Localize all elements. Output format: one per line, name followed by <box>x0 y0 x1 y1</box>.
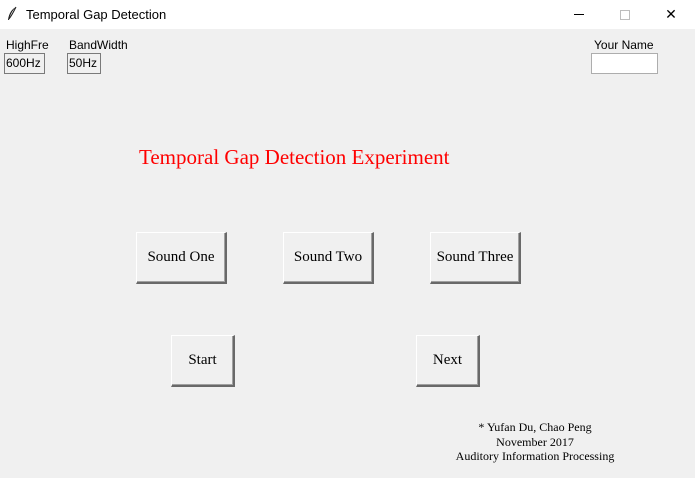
credits-authors: * Yufan Du, Chao Peng <box>478 420 592 434</box>
maximize-icon <box>620 9 630 20</box>
credits-date: November 2017 <box>496 434 574 449</box>
credits: * Yufan Du, Chao Peng November 2017 Audi… <box>440 420 630 464</box>
highfre-field[interactable]: 600Hz <box>4 53 45 74</box>
next-button[interactable]: Next <box>416 335 480 387</box>
sound-one-button[interactable]: Sound One <box>136 232 227 284</box>
close-icon: ✕ <box>665 6 677 23</box>
minimize-button[interactable] <box>556 0 602 29</box>
minimize-icon <box>574 14 584 15</box>
bandwidth-label: BandWidth <box>69 38 128 52</box>
title-bar: Temporal Gap Detection ✕ <box>0 0 695 29</box>
start-button[interactable]: Start <box>171 335 235 387</box>
credits-course: Auditory Information Processing <box>455 449 615 463</box>
your-name-label: Your Name <box>594 38 654 52</box>
sound-two-button[interactable]: Sound Two <box>283 232 374 284</box>
experiment-heading: Temporal Gap Detection Experiment <box>139 145 450 169</box>
close-button[interactable]: ✕ <box>648 0 694 29</box>
maximize-button[interactable] <box>602 0 648 29</box>
bandwidth-field[interactable]: 50Hz <box>67 53 101 74</box>
window-title: Temporal Gap Detection <box>26 7 167 22</box>
feather-icon <box>8 6 17 20</box>
your-name-input[interactable] <box>591 53 658 74</box>
highfre-label: HighFre <box>6 38 49 52</box>
sound-three-button[interactable]: Sound Three <box>430 232 521 284</box>
